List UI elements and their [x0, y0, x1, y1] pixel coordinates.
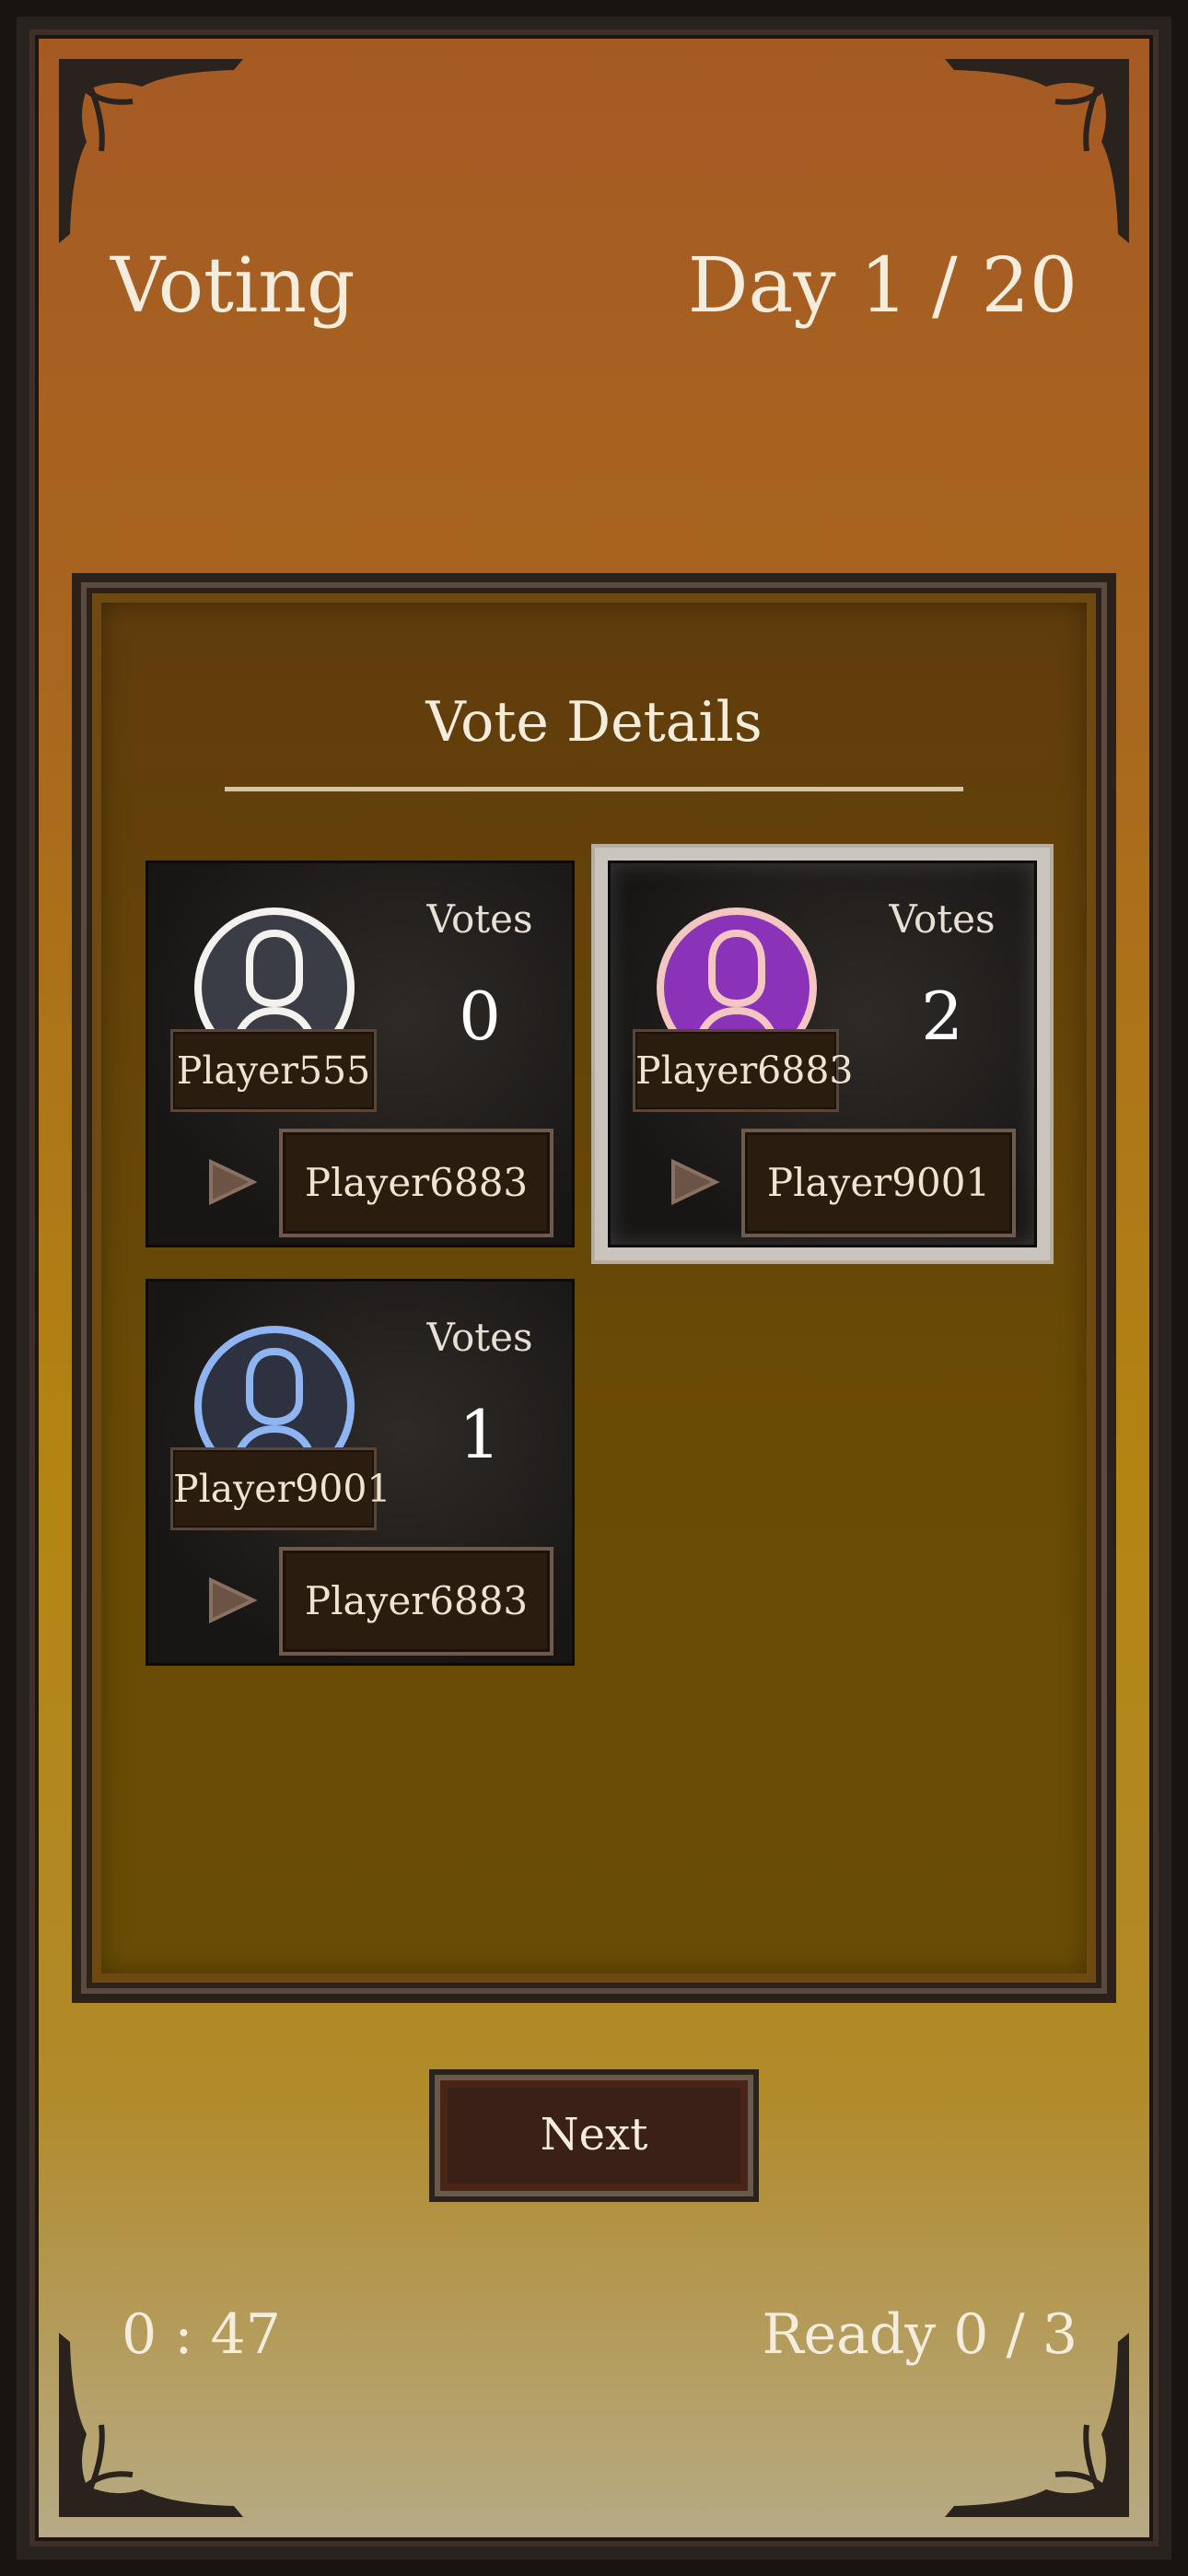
divider — [225, 787, 963, 791]
ornament-corner-icon — [50, 50, 252, 252]
votes-count: 1 — [459, 1396, 501, 1473]
player-name: Player9001 — [170, 1447, 391, 1530]
play-arrow-icon — [204, 1158, 259, 1206]
votes-label: Votes — [889, 896, 996, 942]
phase-title: Voting — [111, 242, 355, 330]
play-arrow-icon — [666, 1158, 721, 1206]
countdown-timer: 0 : 47 — [122, 2302, 281, 2367]
ornament-corner-icon — [936, 50, 1138, 252]
play-arrow-icon — [204, 1576, 259, 1624]
vote-details-panel: Vote Details Player555 Votes 0 Player688… — [72, 573, 1116, 2003]
panel-title: Vote Details — [425, 690, 763, 755]
ready-counter: Ready 0 / 3 — [762, 2302, 1077, 2367]
voted-for-target: Player9001 — [741, 1129, 1016, 1237]
day-counter: Day 1 / 20 — [687, 242, 1077, 330]
voted-for-target: Player6883 — [279, 1129, 553, 1237]
player-name: Player6883 — [633, 1029, 854, 1112]
voted-for-target: Player6883 — [279, 1547, 553, 1656]
player-vote-card[interactable]: Player9001 Votes 1 Player6883 — [146, 1279, 575, 1666]
player-name: Player555 — [170, 1029, 377, 1112]
votes-count: 0 — [459, 978, 501, 1055]
votes-label: Votes — [426, 896, 533, 942]
vote-details-body: Vote Details Player555 Votes 0 Player688… — [101, 603, 1087, 1973]
player-vote-card-selected[interactable]: Player6883 Votes 2 Player9001 — [608, 861, 1037, 1247]
votes-label: Votes — [426, 1315, 533, 1360]
player-vote-card[interactable]: Player555 Votes 0 Player6883 — [146, 861, 575, 1247]
next-button[interactable]: Next — [429, 2069, 759, 2202]
votes-count: 2 — [921, 978, 963, 1055]
